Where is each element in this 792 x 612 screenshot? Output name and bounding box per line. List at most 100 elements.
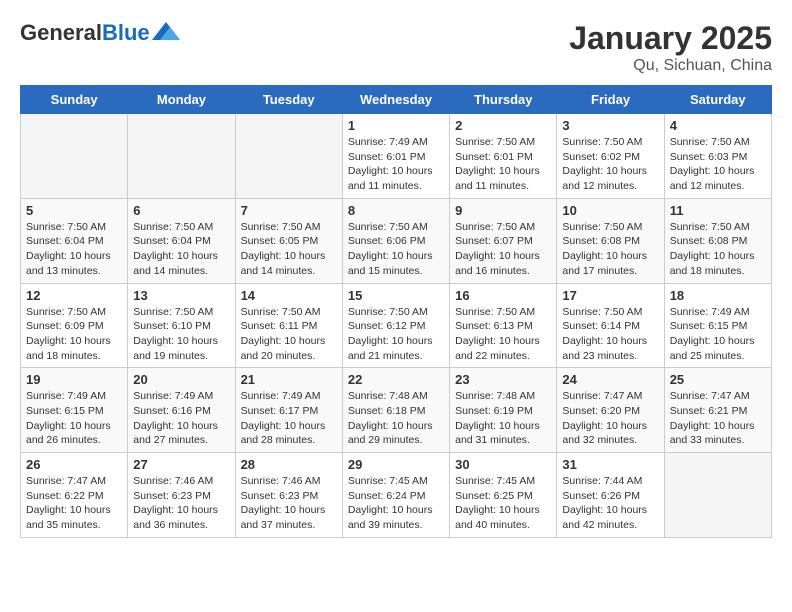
calendar-week-row: 1 Sunrise: 7:49 AMSunset: 6:01 PMDaylight… [21, 114, 772, 199]
day-number: 29 [348, 457, 444, 472]
day-number: 20 [133, 372, 229, 387]
calendar-week-row: 26Sunrise: 7:47 AMSunset: 6:22 PMDayligh… [21, 453, 772, 538]
day-info: Sunrise: 7:48 AMSunset: 6:18 PMDaylight:… [348, 389, 444, 448]
day-info: Sunrise: 7:50 AMSunset: 6:09 PMDaylight:… [26, 305, 122, 364]
day-info: Sunrise: 7:49 AMSunset: 6:17 PMDaylight:… [241, 389, 337, 448]
logo-blue: Blue [102, 20, 150, 46]
weekday-header-monday: Monday [128, 86, 235, 114]
day-number: 13 [133, 288, 229, 303]
subtitle: Qu, Sichuan, China [569, 57, 772, 75]
day-number: 17 [562, 288, 658, 303]
calendar-cell: 26Sunrise: 7:47 AMSunset: 6:22 PMDayligh… [21, 453, 128, 538]
day-number: 5 [26, 203, 122, 218]
calendar-week-row: 5 Sunrise: 7:50 AMSunset: 6:04 PMDaylight… [21, 198, 772, 283]
day-info: Sunrise: 7:46 AMSunset: 6:23 PMDaylight:… [241, 474, 337, 533]
day-number: 4 [670, 118, 766, 133]
day-number: 30 [455, 457, 551, 472]
calendar-cell: 15 Sunrise: 7:50 AMSunset: 6:12 PMDayligh… [342, 283, 449, 368]
day-info: Sunrise: 7:50 AMSunset: 6:08 PMDaylight:… [562, 220, 658, 279]
day-info: Sunrise: 7:44 AMSunset: 6:26 PMDaylight:… [562, 474, 658, 533]
day-info: Sunrise: 7:49 AMSunset: 6:01 PMDaylight:… [348, 135, 444, 194]
day-number: 14 [241, 288, 337, 303]
day-info: Sunrise: 7:50 AMSunset: 6:06 PMDaylight:… [348, 220, 444, 279]
title-block: January 2025 Qu, Sichuan, China [569, 20, 772, 75]
calendar-cell: 9Sunrise: 7:50 AMSunset: 6:07 PMDaylight… [450, 198, 557, 283]
day-number: 2 [455, 118, 551, 133]
calendar-cell: 23 Sunrise: 7:48 AMSunset: 6:19 PMDayligh… [450, 368, 557, 453]
calendar-cell: 3 Sunrise: 7:50 AMSunset: 6:02 PMDaylight… [557, 114, 664, 199]
day-info: Sunrise: 7:50 AMSunset: 6:05 PMDaylight:… [241, 220, 337, 279]
day-number: 7 [241, 203, 337, 218]
day-info: Sunrise: 7:50 AMSunset: 6:02 PMDaylight:… [562, 135, 658, 194]
calendar-cell: 28Sunrise: 7:46 AMSunset: 6:23 PMDayligh… [235, 453, 342, 538]
day-number: 31 [562, 457, 658, 472]
day-info: Sunrise: 7:50 AMSunset: 6:11 PMDaylight:… [241, 305, 337, 364]
calendar-cell: 29 Sunrise: 7:45 AMSunset: 6:24 PMDayligh… [342, 453, 449, 538]
page-header: General Blue January 2025 Qu, Sichuan, C… [20, 20, 772, 75]
day-number: 22 [348, 372, 444, 387]
day-number: 8 [348, 203, 444, 218]
day-info: Sunrise: 7:49 AMSunset: 6:15 PMDaylight:… [26, 389, 122, 448]
calendar-table: SundayMondayTuesdayWednesdayThursdayFrid… [20, 85, 772, 538]
day-number: 26 [26, 457, 122, 472]
logo: General Blue [20, 20, 180, 46]
calendar-week-row: 12 Sunrise: 7:50 AMSunset: 6:09 PMDayligh… [21, 283, 772, 368]
day-number: 18 [670, 288, 766, 303]
day-number: 11 [670, 203, 766, 218]
day-info: Sunrise: 7:50 AMSunset: 6:04 PMDaylight:… [26, 220, 122, 279]
calendar-cell: 21 Sunrise: 7:49 AMSunset: 6:17 PMDayligh… [235, 368, 342, 453]
day-info: Sunrise: 7:50 AMSunset: 6:01 PMDaylight:… [455, 135, 551, 194]
day-info: Sunrise: 7:48 AMSunset: 6:19 PMDaylight:… [455, 389, 551, 448]
calendar-cell [128, 114, 235, 199]
day-number: 10 [562, 203, 658, 218]
calendar-cell: 27 Sunrise: 7:46 AMSunset: 6:23 PMDayligh… [128, 453, 235, 538]
calendar-cell: 10 Sunrise: 7:50 AMSunset: 6:08 PMDayligh… [557, 198, 664, 283]
calendar-cell: 31 Sunrise: 7:44 AMSunset: 6:26 PMDayligh… [557, 453, 664, 538]
day-info: Sunrise: 7:45 AMSunset: 6:25 PMDaylight:… [455, 474, 551, 533]
day-number: 6 [133, 203, 229, 218]
day-info: Sunrise: 7:50 AMSunset: 6:13 PMDaylight:… [455, 305, 551, 364]
day-info: Sunrise: 7:49 AMSunset: 6:15 PMDaylight:… [670, 305, 766, 364]
calendar-cell: 13 Sunrise: 7:50 AMSunset: 6:10 PMDayligh… [128, 283, 235, 368]
day-info: Sunrise: 7:45 AMSunset: 6:24 PMDaylight:… [348, 474, 444, 533]
calendar-cell: 8 Sunrise: 7:50 AMSunset: 6:06 PMDaylight… [342, 198, 449, 283]
weekday-header-row: SundayMondayTuesdayWednesdayThursdayFrid… [21, 86, 772, 114]
day-number: 21 [241, 372, 337, 387]
calendar-cell: 17 Sunrise: 7:50 AMSunset: 6:14 PMDayligh… [557, 283, 664, 368]
day-info: Sunrise: 7:50 AMSunset: 6:04 PMDaylight:… [133, 220, 229, 279]
calendar-cell: 25 Sunrise: 7:47 AMSunset: 6:21 PMDayligh… [664, 368, 771, 453]
day-info: Sunrise: 7:50 AMSunset: 6:07 PMDaylight:… [455, 220, 551, 279]
day-info: Sunrise: 7:50 AMSunset: 6:14 PMDaylight:… [562, 305, 658, 364]
calendar-cell [235, 114, 342, 199]
calendar-cell: 16 Sunrise: 7:50 AMSunset: 6:13 PMDayligh… [450, 283, 557, 368]
calendar-cell: 20Sunrise: 7:49 AMSunset: 6:16 PMDayligh… [128, 368, 235, 453]
logo-general: General [20, 20, 102, 46]
weekday-header-thursday: Thursday [450, 86, 557, 114]
day-number: 15 [348, 288, 444, 303]
day-info: Sunrise: 7:46 AMSunset: 6:23 PMDaylight:… [133, 474, 229, 533]
calendar-cell: 1 Sunrise: 7:49 AMSunset: 6:01 PMDaylight… [342, 114, 449, 199]
weekday-header-saturday: Saturday [664, 86, 771, 114]
weekday-header-wednesday: Wednesday [342, 86, 449, 114]
day-number: 1 [348, 118, 444, 133]
calendar-cell: 12 Sunrise: 7:50 AMSunset: 6:09 PMDayligh… [21, 283, 128, 368]
calendar-cell: 4Sunrise: 7:50 AMSunset: 6:03 PMDaylight… [664, 114, 771, 199]
day-info: Sunrise: 7:50 AMSunset: 6:08 PMDaylight:… [670, 220, 766, 279]
day-number: 12 [26, 288, 122, 303]
day-info: Sunrise: 7:47 AMSunset: 6:21 PMDaylight:… [670, 389, 766, 448]
calendar-cell: 2 Sunrise: 7:50 AMSunset: 6:01 PMDaylight… [450, 114, 557, 199]
day-number: 23 [455, 372, 551, 387]
day-info: Sunrise: 7:50 AMSunset: 6:10 PMDaylight:… [133, 305, 229, 364]
main-title: January 2025 [569, 20, 772, 57]
day-number: 19 [26, 372, 122, 387]
calendar-week-row: 19 Sunrise: 7:49 AMSunset: 6:15 PMDayligh… [21, 368, 772, 453]
day-number: 25 [670, 372, 766, 387]
weekday-header-friday: Friday [557, 86, 664, 114]
calendar-cell: 19 Sunrise: 7:49 AMSunset: 6:15 PMDayligh… [21, 368, 128, 453]
day-info: Sunrise: 7:50 AMSunset: 6:12 PMDaylight:… [348, 305, 444, 364]
day-number: 16 [455, 288, 551, 303]
day-number: 27 [133, 457, 229, 472]
calendar-cell: 14 Sunrise: 7:50 AMSunset: 6:11 PMDayligh… [235, 283, 342, 368]
day-number: 3 [562, 118, 658, 133]
calendar-cell: 11 Sunrise: 7:50 AMSunset: 6:08 PMDayligh… [664, 198, 771, 283]
